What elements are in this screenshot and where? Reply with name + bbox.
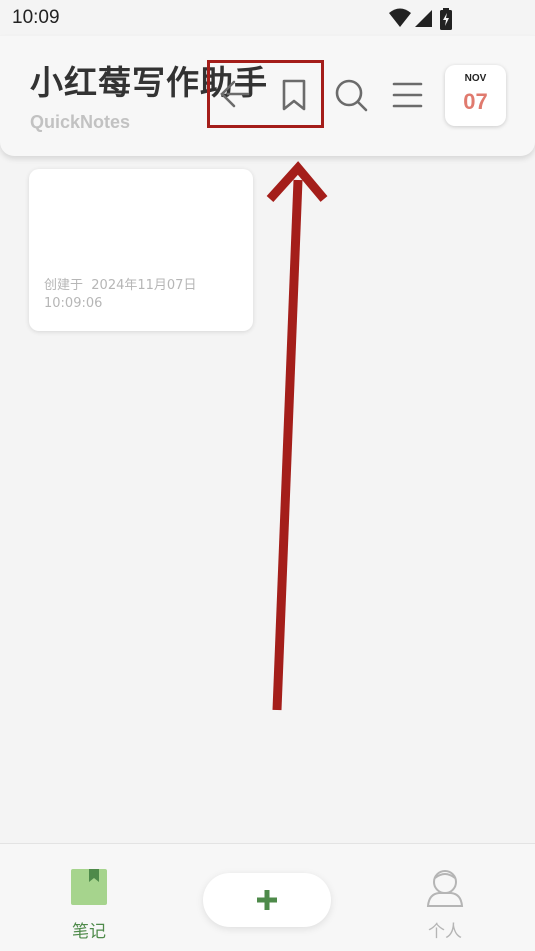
notebook-icon [71, 869, 107, 905]
nav-notes-label: 笔记 [72, 922, 106, 942]
date-day: 07 [463, 89, 488, 114]
note-card[interactable]: 创建于 2024年11月07日 10:09:06 [29, 169, 253, 331]
app-subtitle: QuickNotes [30, 112, 131, 132]
battery-charging-icon [440, 8, 452, 30]
date-badge[interactable]: NOV 07 [445, 65, 506, 126]
plus-icon [257, 890, 277, 910]
nav-profile-label: 个人 [428, 922, 462, 942]
menu-icon[interactable] [391, 78, 425, 112]
nav-notes[interactable]: 笔记 [60, 868, 118, 942]
status-time: 10:09 [12, 7, 60, 28]
signal-icon [415, 10, 432, 27]
bottom-nav: 笔记 个人 [0, 843, 535, 951]
note-created-label: 创建于 [44, 278, 84, 293]
status-bar: 10:09 [0, 0, 535, 36]
nav-profile[interactable]: 个人 [416, 868, 474, 942]
add-note-button[interactable] [203, 873, 331, 927]
note-created-meta: 创建于 2024年11月07日 10:09:06 [44, 277, 244, 313]
wifi-icon [389, 8, 411, 27]
date-month: NOV [464, 73, 487, 84]
highlight-annotation-box [207, 60, 324, 128]
person-icon [426, 870, 464, 907]
search-icon[interactable] [334, 78, 368, 112]
